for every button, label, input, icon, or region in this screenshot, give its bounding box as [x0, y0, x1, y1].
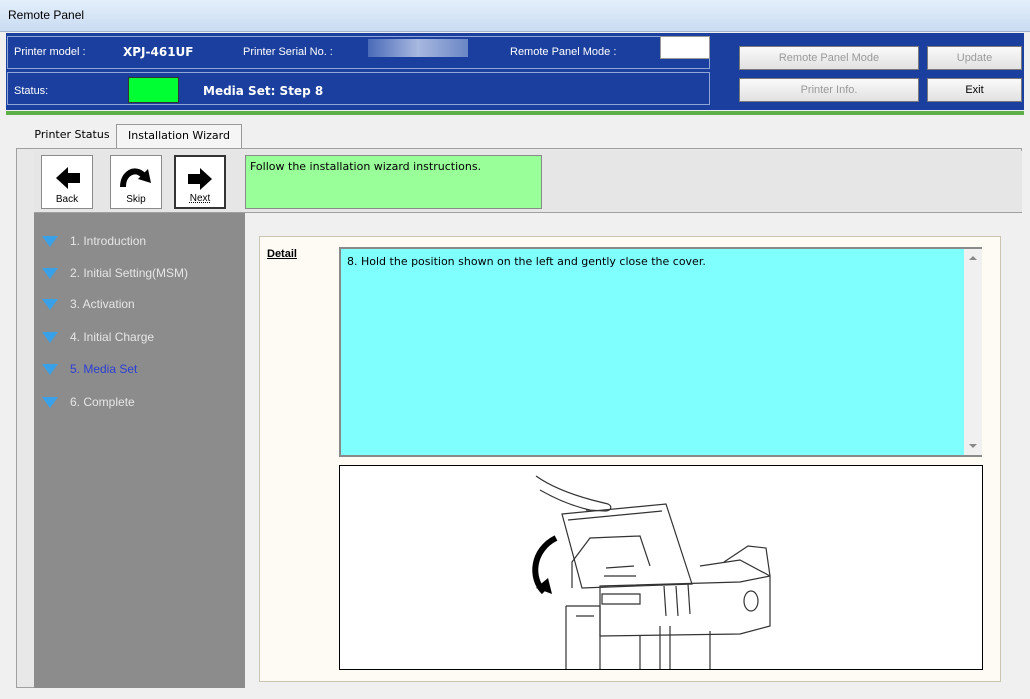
- serial-label: Printer Serial No. :: [243, 46, 333, 58]
- step-complete: 6. Complete: [42, 392, 135, 412]
- steps-panel: [34, 213, 245, 688]
- header-divider: [6, 111, 1024, 115]
- detail-text[interactable]: 8. Hold the position shown on the left a…: [339, 247, 982, 457]
- detail-scrollbar[interactable]: [964, 249, 982, 455]
- status-label: Status:: [14, 85, 49, 97]
- printer-cover-illustration: [532, 475, 771, 669]
- arrow-right-icon: [188, 168, 212, 190]
- remote-mode-indicator: [660, 36, 710, 59]
- status-row: [7, 72, 710, 105]
- remote-mode-label: Remote Panel Mode :: [510, 46, 617, 58]
- status-text: Media Set: Step 8: [203, 84, 324, 98]
- next-button[interactable]: Next: [174, 155, 226, 209]
- back-button[interactable]: Back: [41, 155, 93, 209]
- step-introduction: 1. Introduction: [42, 231, 146, 251]
- step-label: 5. Media Set: [70, 362, 138, 376]
- printer-info-button[interactable]: Printer Info.: [739, 78, 919, 102]
- skip-button[interactable]: Skip: [110, 155, 162, 209]
- next-label: Next: [189, 193, 211, 204]
- step-activation: 3. Activation: [42, 294, 135, 314]
- exit-button[interactable]: Exit: [927, 78, 1022, 102]
- window-title: Remote Panel: [8, 8, 85, 22]
- update-button[interactable]: Update: [927, 46, 1022, 70]
- remote-panel-mode-button[interactable]: Remote Panel Mode: [739, 46, 919, 70]
- triangle-down-icon: [42, 236, 58, 247]
- triangle-down-icon: [42, 364, 58, 375]
- triangle-down-icon: [42, 299, 58, 310]
- step-label: 3. Activation: [70, 297, 135, 311]
- step-label: 4. Initial Charge: [70, 330, 155, 344]
- tab-printer-status[interactable]: Printer Status: [28, 124, 116, 148]
- wizard-message: Follow the installation wizard instructi…: [245, 155, 542, 209]
- arrow-left-icon: [56, 167, 80, 189]
- status-indicator: [128, 77, 179, 103]
- step-label: 1. Introduction: [70, 234, 147, 248]
- step-label: 2. Initial Setting(MSM): [70, 266, 189, 280]
- skip-label: Skip: [126, 194, 146, 205]
- step-label: 6. Complete: [70, 395, 135, 409]
- scroll-up-icon[interactable]: [964, 251, 982, 265]
- window-titlebar: Remote Panel: [0, 0, 1030, 32]
- detail-title: Detail: [267, 248, 297, 260]
- scroll-down-icon[interactable]: [964, 439, 982, 453]
- tab-installation-wizard[interactable]: Installation Wizard: [116, 124, 242, 148]
- triangle-down-icon: [42, 268, 58, 279]
- triangle-down-icon: [42, 332, 58, 343]
- serial-value-blurred: [368, 39, 468, 57]
- printer-model-value: XPJ-461UF: [123, 45, 194, 59]
- printer-model-label: Printer model :: [14, 46, 86, 58]
- step-initial-charge: 4. Initial Charge: [42, 327, 154, 347]
- step-initial-setting: 2. Initial Setting(MSM): [42, 263, 188, 283]
- back-label: Back: [55, 194, 79, 205]
- instruction-illustration: [339, 465, 983, 670]
- triangle-down-icon: [42, 397, 58, 408]
- curved-arrow-icon: [120, 168, 151, 188]
- step-media-set: 5. Media Set: [42, 359, 137, 379]
